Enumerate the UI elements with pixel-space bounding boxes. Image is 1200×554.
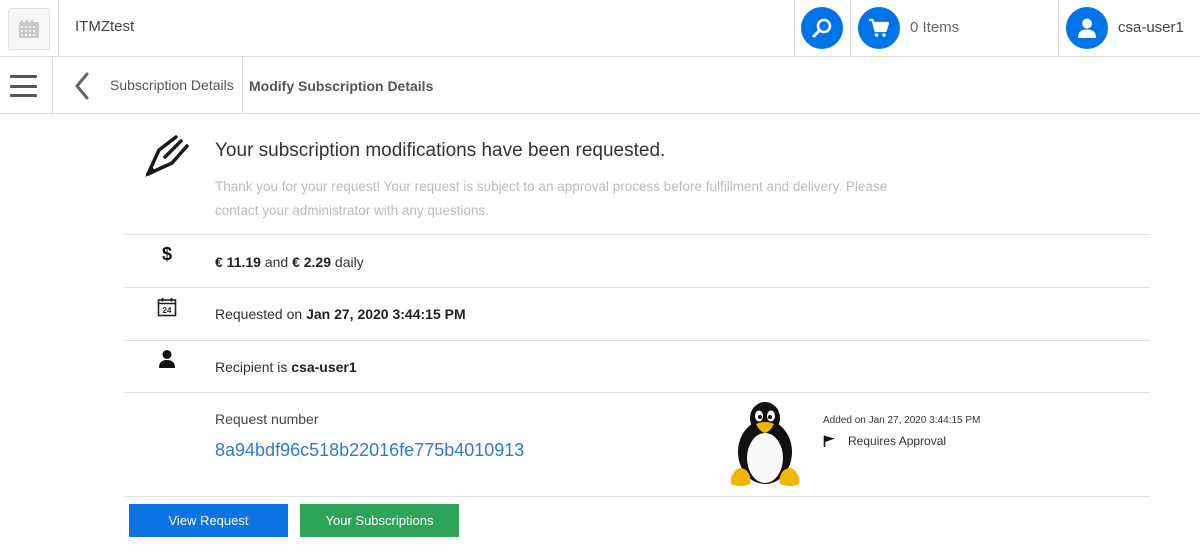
cart-button[interactable] xyxy=(858,7,900,49)
top-header: ITMZtest 0 Items csa-user1 xyxy=(0,0,1200,57)
requested-prefix: Requested on xyxy=(215,306,303,322)
user-name[interactable]: csa-user1 xyxy=(1118,19,1184,36)
divider xyxy=(124,234,1150,235)
subbar-divider xyxy=(242,57,243,114)
flag-icon xyxy=(823,435,835,447)
price-summary: € 11.19 and € 2.29 daily xyxy=(215,254,364,270)
calendar-icon: 24 xyxy=(156,296,178,318)
breadcrumb-subscription-details[interactable]: Subscription Details xyxy=(110,77,234,93)
view-request-button[interactable]: View Request xyxy=(129,504,288,537)
confirmation-description: Thank you for your request! Your request… xyxy=(215,179,888,218)
your-subscriptions-button[interactable]: Your Subscriptions xyxy=(300,504,459,537)
linux-tux-icon xyxy=(731,402,799,486)
dollar-icon: $ xyxy=(156,243,178,265)
user-icon xyxy=(1078,18,1096,38)
approval-status-text: Requires Approval xyxy=(848,434,947,448)
requested-date: Jan 27, 2020 3:44:15 PM xyxy=(306,306,466,322)
header-divider xyxy=(850,0,851,57)
page-title: Modify Subscription Details xyxy=(249,78,434,94)
header-divider xyxy=(58,0,59,57)
added-on-timestamp: Added on Jan 27, 2020 3:44:15 PM xyxy=(823,415,981,426)
one-time-price: € 11.19 xyxy=(215,254,261,270)
divider xyxy=(124,340,1150,341)
recipient-prefix: Recipient is xyxy=(215,359,288,375)
confirmation-title: Your subscription modifications have bee… xyxy=(215,140,666,161)
price-connector: and xyxy=(264,254,289,270)
svg-text:$: $ xyxy=(162,244,172,264)
person-icon xyxy=(156,348,178,370)
header-divider xyxy=(1058,0,1059,57)
user-avatar-button[interactable] xyxy=(1066,7,1108,49)
recipient-name: csa-user1 xyxy=(291,359,357,375)
subbar-divider xyxy=(52,57,53,114)
breadcrumb-bar: Subscription Details Modify Subscription… xyxy=(0,57,1200,114)
approval-status: Requires Approval xyxy=(823,434,946,448)
request-number-link[interactable]: 8a94bdf96c518b22016fe775b4010913 xyxy=(215,440,524,461)
divider xyxy=(124,496,1150,497)
cart-items-count[interactable]: 0 Items xyxy=(910,19,959,36)
request-number-label: Request number xyxy=(215,411,319,427)
menu-icon[interactable] xyxy=(10,75,37,97)
requested-on: Requested on Jan 27, 2020 3:44:15 PM xyxy=(215,306,466,322)
app-title[interactable]: ITMZtest xyxy=(75,18,134,35)
recipient: Recipient is csa-user1 xyxy=(215,359,357,375)
daily-price: € 2.29 xyxy=(292,254,332,270)
search-icon xyxy=(812,18,832,38)
divider xyxy=(124,392,1150,393)
divider xyxy=(124,287,1150,288)
pen-icon xyxy=(145,135,189,177)
header-divider xyxy=(794,0,795,57)
search-button[interactable] xyxy=(801,7,843,49)
price-suffix: daily xyxy=(334,254,364,270)
cart-icon xyxy=(869,18,890,37)
app-logo-icon[interactable] xyxy=(8,8,50,50)
svg-text:24: 24 xyxy=(163,306,172,315)
chevron-left-icon[interactable] xyxy=(72,71,92,101)
